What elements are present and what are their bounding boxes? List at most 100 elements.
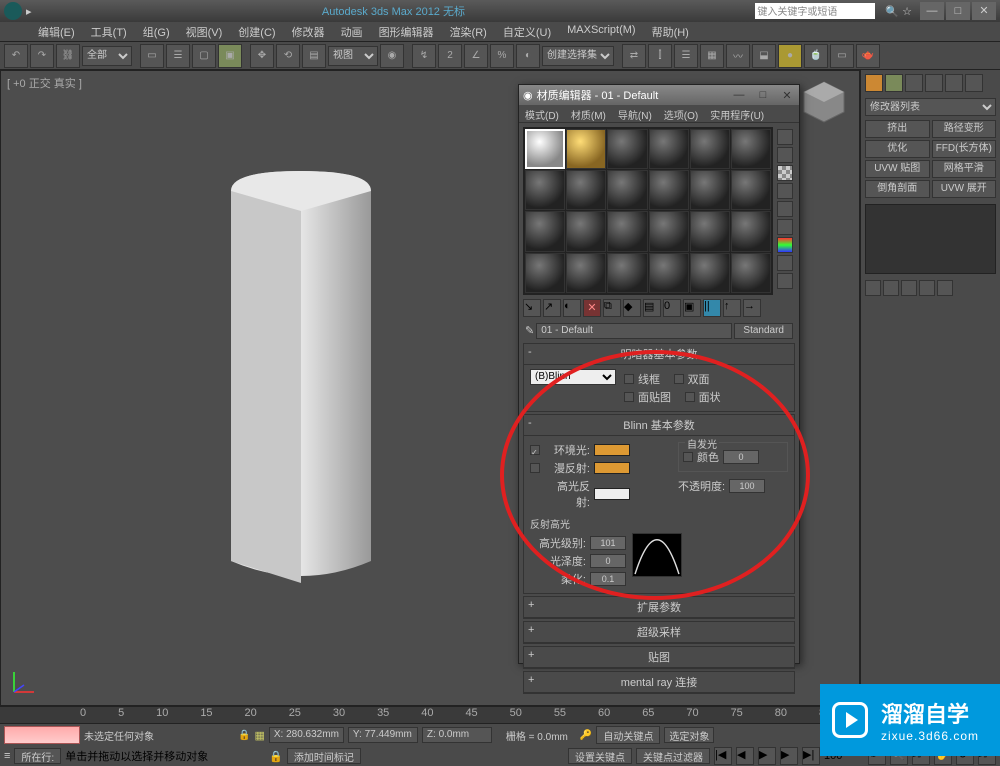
rollout-blinn-header[interactable]: -Blinn 基本参数: [524, 415, 794, 436]
put-to-lib-icon[interactable]: ▤: [643, 299, 661, 317]
rp-btn-meshsmooth[interactable]: 网格平滑: [932, 160, 997, 178]
rollout-shader-header[interactable]: -明暗器基本参数: [524, 344, 794, 365]
pick-icon[interactable]: ✎: [525, 324, 534, 337]
material-slot-24[interactable]: [731, 253, 771, 293]
material-slot-1[interactable]: [525, 129, 565, 169]
me-menu-utilities[interactable]: 实用程序(U): [704, 105, 770, 122]
configure-icon[interactable]: [937, 280, 953, 296]
show-end-icon[interactable]: [883, 280, 899, 296]
material-slot-10[interactable]: [649, 170, 689, 210]
material-slot-4[interactable]: [649, 129, 689, 169]
snap-angle-icon[interactable]: ∠: [464, 44, 488, 68]
sample-type-icon[interactable]: [777, 129, 793, 145]
maximize-button[interactable]: □: [946, 2, 970, 20]
lock-icon[interactable]: 🔒: [238, 730, 250, 741]
ref-coord-select[interactable]: 视图: [328, 46, 378, 66]
material-slot-16[interactable]: [649, 211, 689, 251]
material-slot-12[interactable]: [731, 170, 771, 210]
material-slot-17[interactable]: [690, 211, 730, 251]
make-unique-icon[interactable]: [901, 280, 917, 296]
mirror-icon[interactable]: ⇄: [622, 44, 646, 68]
faceted-checkbox[interactable]: [685, 392, 695, 402]
help-search-input[interactable]: 键入关键字或短语: [755, 3, 875, 19]
current-line-button[interactable]: 所在行:: [14, 748, 61, 764]
sel-set-field[interactable]: 选定对象: [664, 727, 714, 743]
render-setup-icon[interactable]: 🍵: [804, 44, 828, 68]
rp-btn-pathdeform[interactable]: 路径变形: [932, 120, 997, 138]
create-tab-icon[interactable]: [865, 74, 883, 92]
select-name-icon[interactable]: ☰: [166, 44, 190, 68]
me-menu-mode[interactable]: 模式(D): [519, 105, 565, 122]
viewport-label[interactable]: [ +0 正交 真实 ]: [7, 75, 82, 91]
select-by-mat-icon[interactable]: [777, 255, 793, 271]
material-slot-3[interactable]: [607, 129, 647, 169]
play-icon[interactable]: ▶: [758, 747, 776, 765]
show-in-vp-icon[interactable]: ▣: [683, 299, 701, 317]
key-icon[interactable]: 🔑: [580, 730, 592, 741]
go-forward-icon[interactable]: →: [743, 299, 761, 317]
rp-btn-optimize[interactable]: 优化: [865, 140, 930, 158]
selection-filter-select[interactable]: 全部: [82, 46, 132, 66]
reset-map-icon[interactable]: ✕: [583, 299, 601, 317]
rollout-supersample-header[interactable]: +超级采样: [524, 622, 794, 643]
rp-btn-extrude[interactable]: 挤出: [865, 120, 930, 138]
menu-create[interactable]: 创建(C): [230, 22, 283, 41]
coord-y-field[interactable]: Y: 77.449mm: [348, 727, 418, 743]
make-unique2-icon[interactable]: ◆: [623, 299, 641, 317]
diffuse-color-swatch[interactable]: [594, 462, 630, 474]
display-tab-icon[interactable]: [945, 74, 963, 92]
material-slot-9[interactable]: [607, 170, 647, 210]
lock-icon-2[interactable]: 🔒: [269, 750, 283, 763]
move-icon[interactable]: ✥: [250, 44, 274, 68]
ambient-color-swatch[interactable]: [594, 444, 630, 456]
menu-customize[interactable]: 自定义(U): [495, 22, 559, 41]
curve-editor-icon[interactable]: 〰: [726, 44, 750, 68]
snap-2d-icon[interactable]: 2: [438, 44, 462, 68]
facemap-checkbox[interactable]: [624, 392, 634, 402]
menu-edit[interactable]: 编辑(E): [30, 22, 83, 41]
ambient-lock-icon[interactable]: [530, 445, 540, 455]
material-slot-14[interactable]: [566, 211, 606, 251]
material-slot-11[interactable]: [690, 170, 730, 210]
material-slot-21[interactable]: [607, 253, 647, 293]
make-copy-icon[interactable]: ⧉: [603, 299, 621, 317]
undo-icon[interactable]: ↶: [4, 44, 28, 68]
me-menu-options[interactable]: 选项(O): [658, 105, 704, 122]
menu-animation[interactable]: 动画: [333, 22, 371, 41]
layers-icon[interactable]: ☰: [674, 44, 698, 68]
selfillum-spinner[interactable]: 0: [723, 450, 759, 464]
coord-z-field[interactable]: Z: 0.0mm: [422, 727, 492, 743]
schematic-icon[interactable]: ⬓: [752, 44, 776, 68]
snap-percent-icon[interactable]: %: [490, 44, 514, 68]
material-slot-23[interactable]: [690, 253, 730, 293]
material-slot-7[interactable]: [525, 170, 565, 210]
pin-stack-icon[interactable]: [865, 280, 881, 296]
scale-icon[interactable]: ▤: [302, 44, 326, 68]
help-icon[interactable]: 🔍 ☆: [885, 5, 912, 18]
me-maximize-button[interactable]: □: [751, 89, 775, 101]
show-end-result-icon[interactable]: ||: [703, 299, 721, 317]
link-icon[interactable]: ⛓: [56, 44, 80, 68]
coord-x-field[interactable]: X: 280.632mm: [269, 727, 344, 743]
selfillum-color-checkbox[interactable]: [683, 452, 693, 462]
material-slot-13[interactable]: [525, 211, 565, 251]
backlight-icon[interactable]: [777, 147, 793, 163]
remove-mod-icon[interactable]: [919, 280, 935, 296]
menu-maxscript[interactable]: MAXScript(M): [559, 22, 643, 41]
material-slot-6[interactable]: [731, 129, 771, 169]
prev-frame-icon[interactable]: ◀: [736, 747, 754, 765]
rollout-extended-header[interactable]: +扩展参数: [524, 597, 794, 618]
twoside-checkbox[interactable]: [674, 374, 684, 384]
modifier-stack[interactable]: [865, 204, 996, 274]
material-slot-20[interactable]: [566, 253, 606, 293]
mat-id-icon[interactable]: 0: [663, 299, 681, 317]
mat-map-nav-icon[interactable]: [777, 273, 793, 289]
window-crossing-icon[interactable]: ▣: [218, 44, 242, 68]
add-time-marker-button[interactable]: 添加时间标记: [287, 748, 361, 764]
select-icon[interactable]: ▭: [140, 44, 164, 68]
me-menu-nav[interactable]: 导航(N): [612, 105, 658, 122]
motion-tab-icon[interactable]: [925, 74, 943, 92]
me-minimize-button[interactable]: —: [727, 89, 751, 101]
align-icon[interactable]: ⫿: [648, 44, 672, 68]
me-menu-material[interactable]: 材质(M): [565, 105, 612, 122]
